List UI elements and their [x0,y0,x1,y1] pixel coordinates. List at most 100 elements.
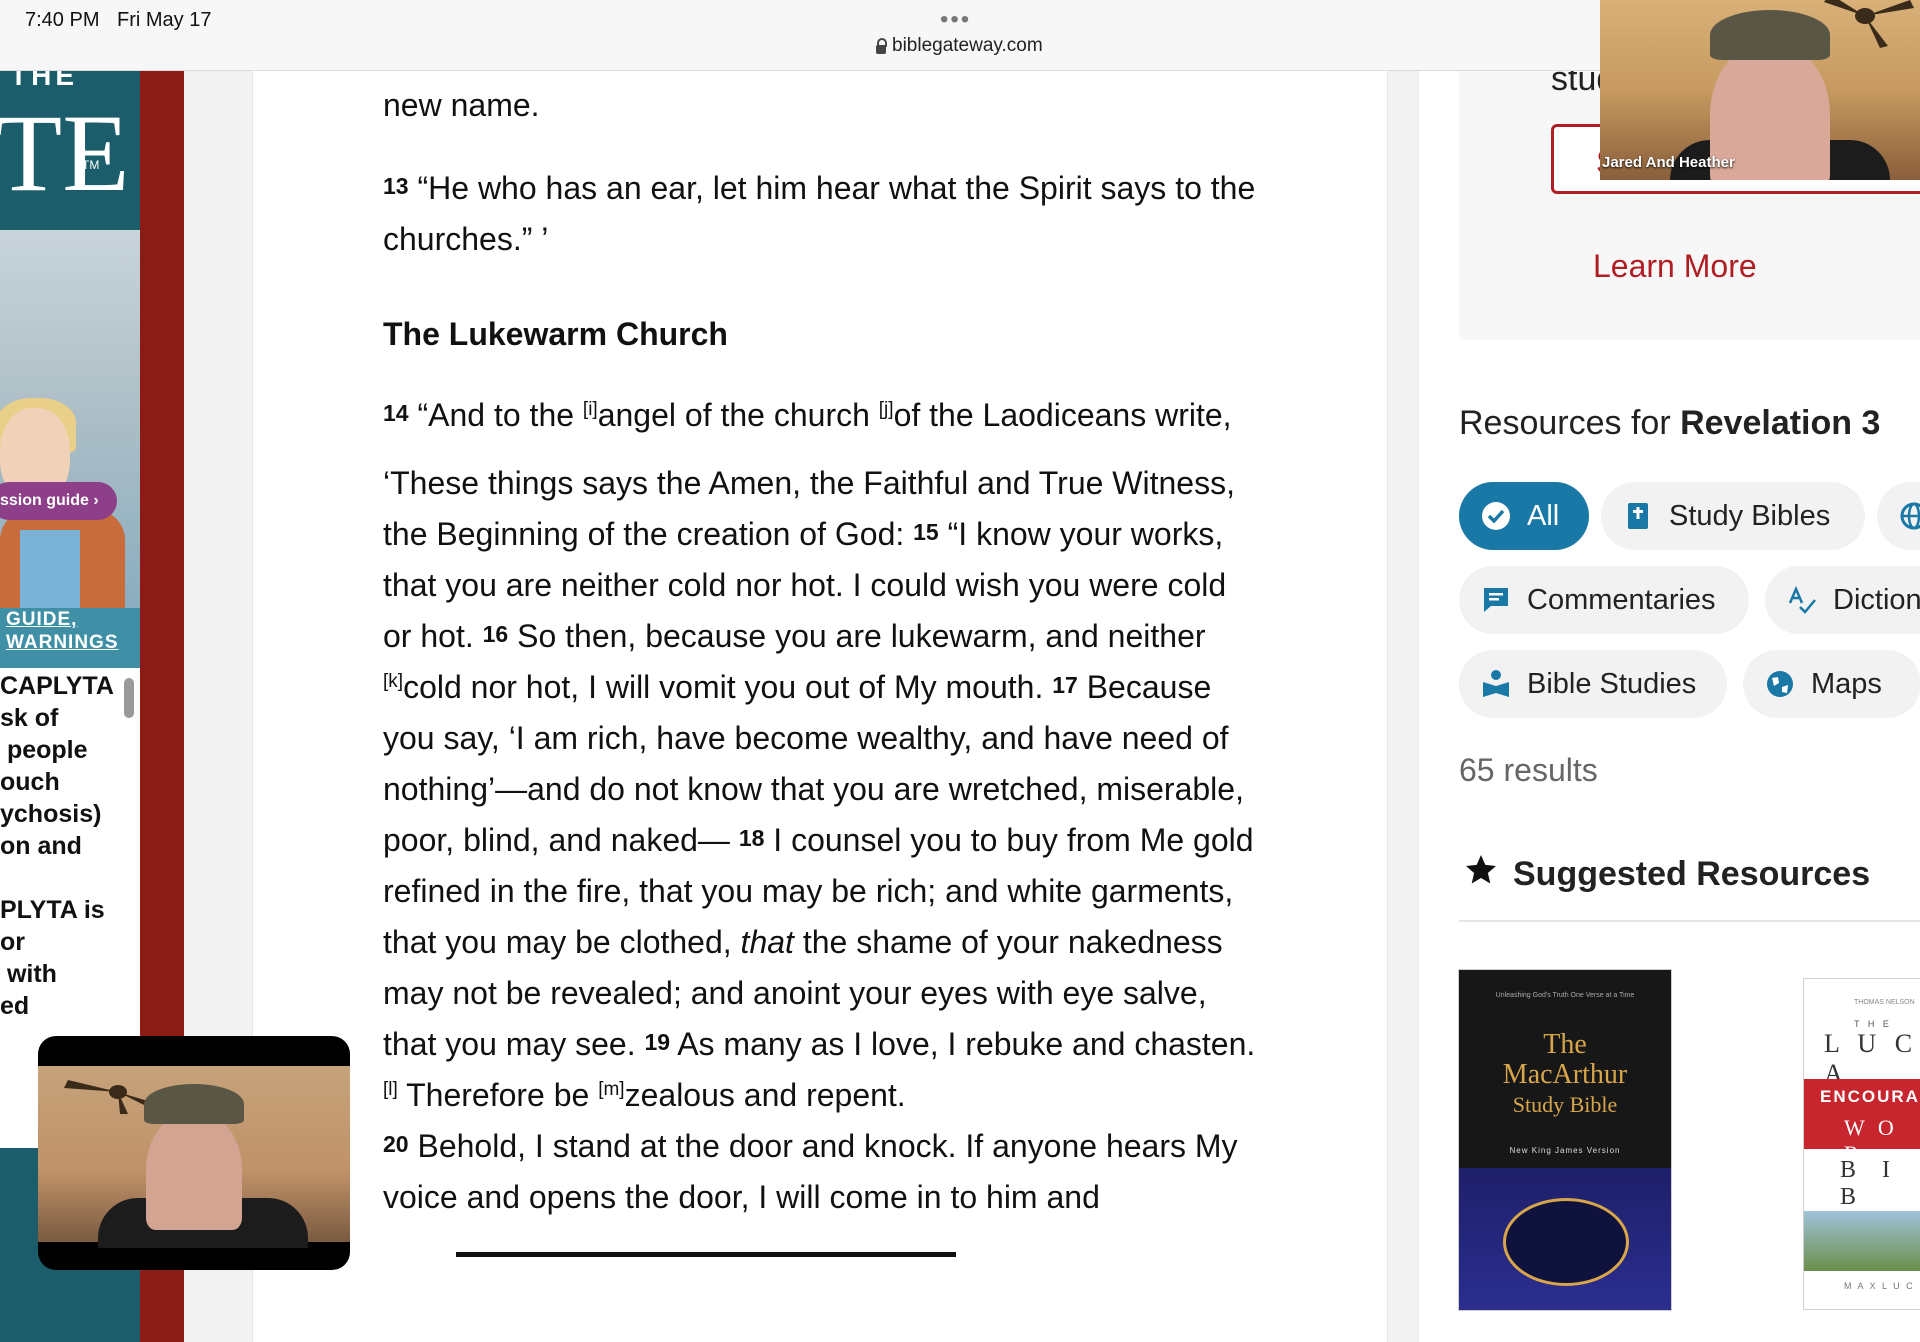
footnote-link-k[interactable]: [k] [383,671,403,692]
verse-18-italic: that [740,924,794,960]
verse-number[interactable]: 19 [644,1029,670,1055]
passage-text: new name. 13 “He who has an ear, let him… [383,70,1263,1223]
address-bar[interactable]: biblegateway.com [876,35,1043,57]
filter-bible-studies-label: Bible Studies [1527,667,1697,700]
lock-icon [876,37,887,54]
multitasking-dots-icon[interactable]: ••• [940,6,971,34]
verse-number[interactable]: 16 [483,621,509,647]
ad-guide-line1: GUIDE, [6,609,78,630]
book2-the: T H E [1854,1019,1892,1029]
filter-commentaries[interactable]: Commentaries [1459,566,1749,634]
status-date: Fri May 17 [117,9,212,31]
verse-14-text-c: of the Laodiceans write, [893,397,1232,433]
filter-maps[interactable]: Maps [1743,650,1920,718]
footnote-link-i[interactable]: [i] [583,399,598,420]
resources-heading-prefix: Resources for [1459,404,1681,442]
filter-study-bibles[interactable]: Study Bibles [1601,482,1865,550]
verse-14-text-b: angel of the church [597,397,879,433]
book-cover-lucado[interactable]: THOMAS NELSON T H E L U C A ENCOURA W O … [1803,978,1920,1310]
reader-icon [1481,669,1511,699]
results-count: 65 results [1459,752,1598,788]
resources-sidebar: study. Sta Learn More Resources for Reve… [1418,60,1920,1342]
verse-number[interactable]: 20 [383,1131,409,1157]
book2-publisher: THOMAS NELSON [1854,999,1915,1006]
book-cover-macarthur[interactable]: Unleashing God's Truth One Verse at a Ti… [1459,970,1671,1310]
pip-participant-face [146,1110,242,1230]
ad-safety-text: CAPLYTA sk of people ouch ychosis) on an… [0,672,114,1020]
section-heading: The Lukewarm Church [383,316,728,352]
suggested-resources-label: Suggested Resources [1513,855,1871,893]
pip-participant-cap [144,1084,244,1124]
resources-heading-reference: Revelation 3 [1680,404,1881,442]
check-circle-icon [1481,501,1511,531]
filter-all[interactable]: All [1459,482,1589,550]
section-divider [1459,920,1920,922]
filter-more[interactable] [1877,482,1920,550]
ad-photo [0,230,140,740]
annotation-strike-line [456,1252,956,1257]
verse-number[interactable]: 14 [383,400,409,426]
status-time: 7:40 PM [25,9,100,31]
passage-content: new name. 13 “He who has an ear, let him… [252,70,1388,1342]
picture-in-picture-video[interactable] [38,1036,350,1270]
book1-title: The MacArthur Study Bible [1459,1030,1671,1120]
ad-session-guide-button[interactable]: ssion guide › [0,482,117,520]
bible-icon [1623,501,1653,531]
book2-bible-word: B I B [1840,1157,1900,1210]
ad-guide-line2: WARNINGS [6,632,119,653]
filter-bible-studies[interactable]: Bible Studies [1459,650,1727,718]
filter-dictionaries[interactable]: Diction [1765,566,1920,634]
verse-number[interactable]: 15 [913,519,939,545]
verse-19-text-c: zealous and repent. [624,1077,906,1113]
verse-14-text-a: “And to the [417,397,583,433]
verse-number[interactable]: 18 [739,825,765,851]
footnote-link-m[interactable]: [m] [598,1079,624,1100]
learn-more-link[interactable]: Learn More [1593,248,1757,285]
filter-study-bibles-label: Study Bibles [1669,499,1831,532]
footnote-link-j[interactable]: [j] [879,399,894,420]
book1-oval-emblem [1503,1198,1629,1286]
book1-title-line2: MacArthur [1502,1059,1628,1090]
book1-title-line1: The [1543,1029,1587,1060]
verse-16-text-b: cold nor hot, I will vomit you out of My… [403,669,1053,705]
ad-trademark: TM [82,158,100,172]
resources-heading: Resources for Revelation 3 [1459,404,1880,443]
participant-cap [1710,10,1830,60]
verse-12-end: new name. [383,87,540,123]
verse-number[interactable]: 13 [383,173,409,199]
book1-lower-cover [1459,1168,1671,1310]
book1-title-line3: Study Bible [1512,1092,1618,1117]
book2-landscape [1804,1211,1920,1271]
verse-number[interactable]: 17 [1052,672,1078,698]
comment-icon [1481,585,1511,615]
verse-20-text: Behold, I stand at the door and knock. I… [383,1128,1238,1215]
participant-name: Jared And Heather [1602,154,1735,171]
book2-red-band: ENCOURA W O R [1804,1079,1920,1166]
verse-13-text: “He who has an ear, let him hear what th… [383,170,1256,257]
book1-subtitle: New King James Version [1509,1146,1621,1155]
footnote-link-l[interactable]: [l] [383,1079,398,1100]
filter-dictionaries-label: Diction [1833,583,1920,616]
filter-maps-label: Maps [1811,667,1882,700]
url-text: biblegateway.com [892,35,1043,56]
book2-band-line1: ENCOURA [1820,1087,1920,1106]
spellcheck-icon [1787,585,1817,615]
pip-scene [38,1066,350,1248]
ad-guide-link[interactable]: GUIDE, WARNINGS [0,608,140,668]
ad-word-top: THE [10,70,78,91]
filter-all-label: All [1527,499,1560,532]
book2-author: M A X L U C [1844,1281,1915,1291]
star-icon [1463,852,1499,897]
ad-safety-scrollbar[interactable] [124,678,134,718]
verse-block-15-20: ‘These things says the Amen, the Faithfu… [383,458,1263,1223]
earth-icon [1765,669,1795,699]
ad-word-big: TE [0,92,130,214]
globe-icon [1899,501,1920,531]
verse-13: 13 “He who has an ear, let him hear what… [383,163,1263,265]
filter-commentaries-label: Commentaries [1527,583,1716,616]
verse-14: 14 “And to the [i]angel of the church [j… [383,390,1263,441]
verse-16-text-a: So then, because you are lukewarm, and n… [508,618,1206,654]
suggested-resources-heading: Suggested Resources [1463,852,1870,897]
ad-session-guide-label: ssion guide [0,492,89,509]
video-call-tile[interactable]: Jared And Heather [1600,0,1920,180]
